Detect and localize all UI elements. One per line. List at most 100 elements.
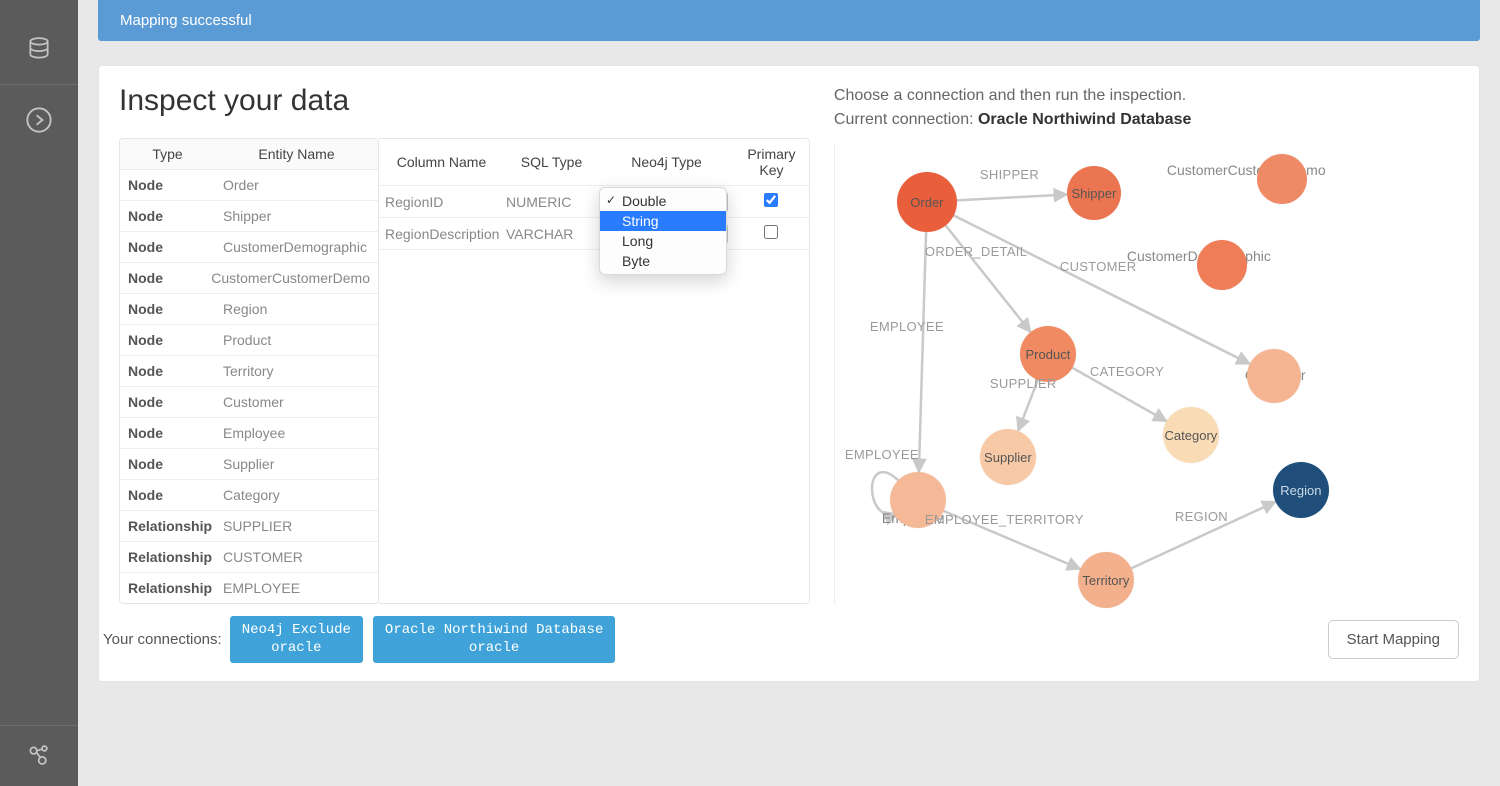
graphdb-icon[interactable] <box>24 740 54 770</box>
entity-name: Shipper <box>215 201 378 231</box>
graph-node[interactable]: Region <box>1273 462 1329 518</box>
entity-name: Supplier <box>215 449 378 479</box>
instruction-line1: Choose a connection and then run the ins… <box>834 87 1186 104</box>
entity-type: Node <box>120 170 215 200</box>
entity-row[interactable]: NodeCategory <box>120 480 378 511</box>
primary-key-checkbox[interactable] <box>764 225 778 239</box>
entity-name: Employee <box>215 418 378 448</box>
neo4j-type-dropdown[interactable]: DoubleStringLongByte <box>599 187 727 275</box>
col-header-neo: Neo4j Type <box>599 150 734 174</box>
primary-key-checkbox[interactable] <box>764 193 778 207</box>
graph-node[interactable] <box>1197 240 1247 290</box>
entity-name: EMPLOYEE <box>215 573 378 603</box>
entity-row[interactable]: NodeShipper <box>120 201 378 232</box>
entity-row[interactable]: NodeCustomerDemographic <box>120 232 378 263</box>
graph-node[interactable]: Territory <box>1078 552 1134 608</box>
entity-row[interactable]: NodeProduct <box>120 325 378 356</box>
entity-type: Node <box>120 418 215 448</box>
entity-type: Node <box>120 201 215 231</box>
col-header-name: Column Name <box>379 147 504 177</box>
graph-edge-label: EMPLOYEE <box>870 319 944 334</box>
main-area: Mapping successful Inspect your data Typ… <box>78 0 1500 786</box>
connection-chip[interactable]: Oracle Northiwind Database oracle <box>373 616 615 663</box>
graph-node[interactable] <box>1247 349 1301 403</box>
inspect-panel: Inspect your data Type Entity Name NodeO… <box>98 65 1480 682</box>
entity-type: Node <box>120 356 215 386</box>
entity-type: Relationship <box>120 542 215 572</box>
entity-table: Type Entity Name NodeOrderNodeShipperNod… <box>119 138 379 604</box>
dropdown-option[interactable]: Double <box>600 191 726 211</box>
success-banner: Mapping successful <box>98 0 1480 41</box>
entity-type: Node <box>120 263 203 293</box>
col-header-sql: SQL Type <box>504 147 599 177</box>
dropdown-option[interactable]: Long <box>600 231 726 251</box>
database-icon[interactable] <box>24 34 54 64</box>
entity-type: Node <box>120 294 215 324</box>
entity-row[interactable]: NodeCustomer <box>120 387 378 418</box>
entity-name: Customer <box>215 387 378 417</box>
entity-row[interactable]: NodeTerritory <box>120 356 378 387</box>
entity-type: Node <box>120 325 215 355</box>
entity-row[interactable]: NodeSupplier <box>120 449 378 480</box>
entity-header-type: Type <box>120 139 215 169</box>
entity-name: CustomerCustomerDemo <box>203 263 378 293</box>
entity-name: Region <box>215 294 378 324</box>
graph-edge-label: REGION <box>1175 509 1228 524</box>
entity-type: Node <box>120 387 215 417</box>
current-connection-name: Oracle Northiwind Database <box>978 111 1191 128</box>
column-row: RegionDescriptionVARCHAR▲▼ <box>379 218 809 250</box>
graph-node[interactable]: Order <box>897 172 957 232</box>
instruction: Choose a connection and then run the ins… <box>834 84 1459 132</box>
instruction-line2-prefix: Current connection: <box>834 111 978 128</box>
entity-type: Node <box>120 480 215 510</box>
entity-row[interactable]: NodeOrder <box>120 170 378 201</box>
sql-type: NUMERIC <box>504 187 599 217</box>
entity-row[interactable]: NodeRegion <box>120 294 378 325</box>
start-mapping-button[interactable]: Start Mapping <box>1328 620 1459 659</box>
dropdown-option[interactable]: Byte <box>600 251 726 271</box>
graph-node[interactable]: Category <box>1163 407 1219 463</box>
banner-text: Mapping successful <box>120 12 252 29</box>
graph-edge-label: ORDER_DETAIL <box>925 244 1027 259</box>
connection-chip[interactable]: Neo4j Exclude oracle <box>230 616 363 663</box>
column-table: Column Name SQL Type Neo4j Type Primary … <box>379 138 810 604</box>
graph-edge-label: CATEGORY <box>1090 364 1164 379</box>
entity-name: CUSTOMER <box>215 542 378 572</box>
entity-type: Node <box>120 449 215 479</box>
graph-node[interactable]: Supplier <box>980 429 1036 485</box>
entity-name: Order <box>215 170 378 200</box>
page-title: Inspect your data <box>119 84 810 118</box>
graph-edge-label: SHIPPER <box>980 167 1039 182</box>
entity-row[interactable]: NodeCustomerCustomerDemo <box>120 263 378 294</box>
panel-footer: Your connections: Neo4j Exclude oracleOr… <box>99 604 1479 663</box>
sql-type: VARCHAR <box>504 219 599 249</box>
graph-edge-label: EMPLOYEE <box>845 447 919 462</box>
entity-name: Category <box>215 480 378 510</box>
entity-row[interactable]: RelationshipSUPPLIER <box>120 511 378 542</box>
entity-row[interactable]: RelationshipCUSTOMER <box>120 542 378 573</box>
graph-node[interactable]: Shipper <box>1067 166 1121 220</box>
entity-type: Relationship <box>120 511 215 541</box>
entity-name: Product <box>215 325 378 355</box>
column-name: RegionID <box>379 187 504 217</box>
entity-type: Node <box>120 232 215 262</box>
left-sidebar <box>0 0 78 786</box>
graph-edge-label: EMPLOYEE_TERRITORY <box>925 512 1084 527</box>
graph-visualization[interactable]: OrderShipperCustomerCustomerDemoCustomer… <box>834 144 1459 604</box>
column-row: RegionIDNUMERIC▲▼DoubleStringLongByte <box>379 186 809 218</box>
graph-edge-label: SUPPLIER <box>990 376 1057 391</box>
graph-edge-label: CUSTOMER <box>1060 259 1137 274</box>
entity-type: Relationship <box>120 573 215 603</box>
entity-name: SUPPLIER <box>215 511 378 541</box>
col-header-pk: Primary Key <box>734 139 809 185</box>
graph-node[interactable]: Product <box>1020 326 1076 382</box>
run-icon[interactable] <box>24 105 54 135</box>
dropdown-option[interactable]: String <box>600 211 726 231</box>
connections-label: Your connections: <box>103 631 222 648</box>
entity-header-name: Entity Name <box>215 139 378 169</box>
graph-node[interactable] <box>1257 154 1307 204</box>
entity-row[interactable]: RelationshipEMPLOYEE <box>120 573 378 603</box>
column-name: RegionDescription <box>379 219 504 249</box>
entity-name: Territory <box>215 356 378 386</box>
entity-row[interactable]: NodeEmployee <box>120 418 378 449</box>
